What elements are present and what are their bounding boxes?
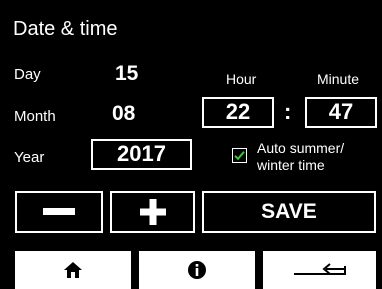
hour-field[interactable]: 22 [202,97,274,128]
info-icon [188,261,206,279]
auto-dst-label: Auto summer/ winter time [257,140,344,174]
plus-button[interactable] [110,191,195,233]
save-button[interactable]: SAVE [202,191,376,233]
auto-dst-label-line1: Auto summer/ [257,140,345,156]
day-value[interactable]: 15 [115,62,138,86]
home-icon [64,262,82,278]
minute-field[interactable]: 47 [305,97,377,128]
month-label: Month [14,108,56,125]
minute-label: Minute [317,71,360,87]
page-title: Date & time [13,18,118,40]
checkmark-icon [233,150,245,160]
year-label: Year [14,149,45,166]
year-field[interactable]: 2017 [91,139,192,170]
day-label: Day [14,66,41,83]
plus-icon [139,199,166,225]
auto-dst-checkbox[interactable] [232,148,247,163]
hour-label: Hour [226,71,257,87]
back-arrow-icon [293,263,346,275]
info-button[interactable] [139,251,255,289]
time-separator: : [284,99,292,124]
month-value[interactable]: 08 [112,102,135,126]
minus-button[interactable] [15,191,103,233]
back-button[interactable] [263,251,376,289]
save-button-label: SAVE [261,200,317,223]
home-button[interactable] [15,251,131,289]
minus-icon [43,208,75,215]
auto-dst-label-line2: winter time [257,157,325,173]
